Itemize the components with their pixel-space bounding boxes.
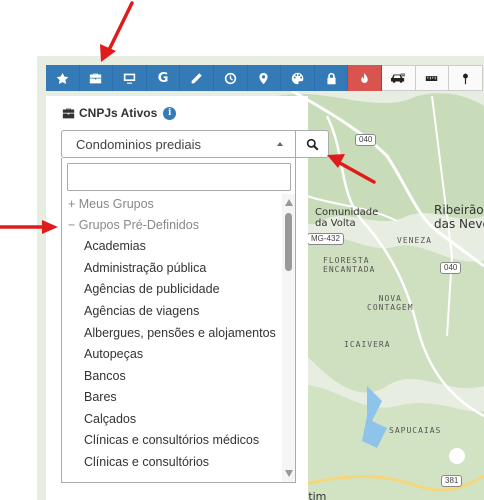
screen: 040 040 MG-432 381 Comunidade da Volta R… <box>0 0 484 500</box>
annotation-arrows <box>0 1 376 234</box>
annotation-arrow-toolbar <box>106 1 134 54</box>
annotation-arrow-search <box>336 160 376 184</box>
